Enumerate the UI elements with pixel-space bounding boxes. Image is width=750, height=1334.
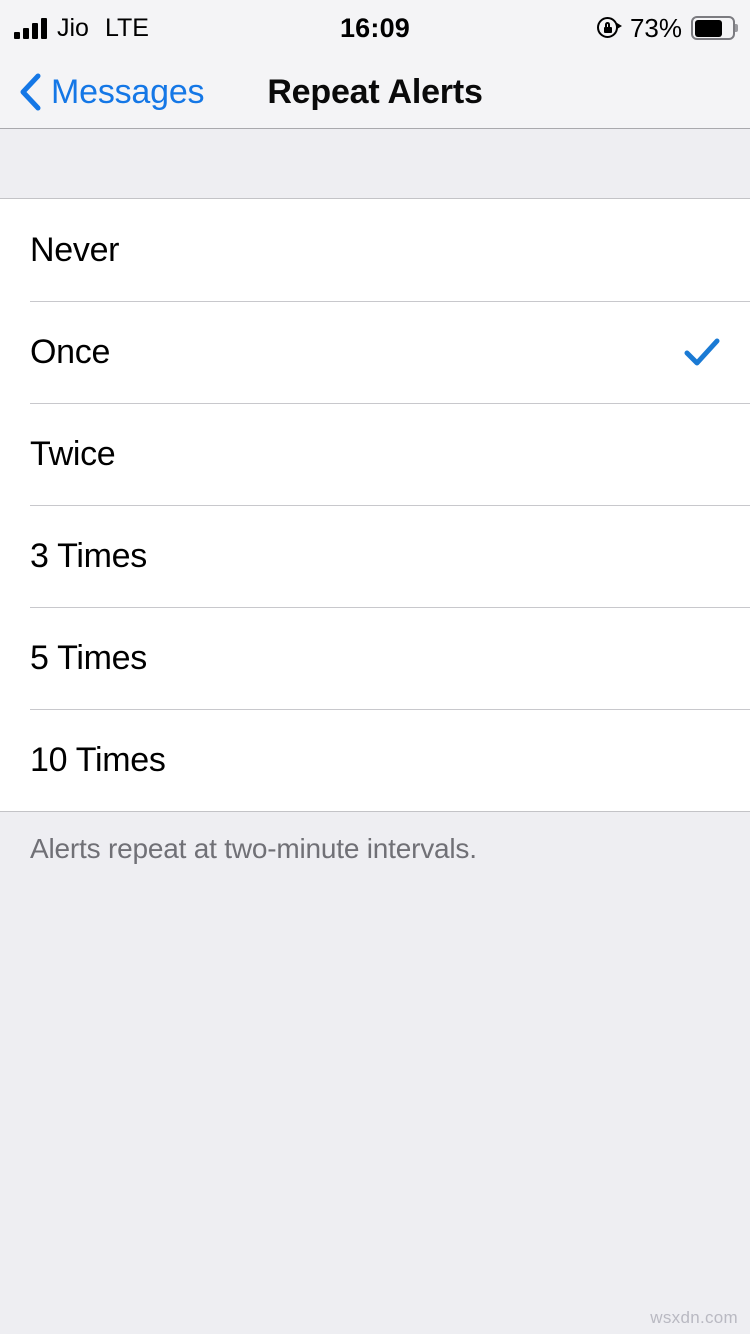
option-row-label: 3 Times (30, 537, 147, 575)
option-row-label: 5 Times (30, 639, 147, 677)
option-row[interactable]: Twice (0, 403, 750, 505)
back-button[interactable]: Messages (18, 56, 205, 128)
status-bar: Jio LTE 16:09 73% (0, 0, 750, 56)
option-row[interactable]: 3 Times (0, 505, 750, 607)
option-row[interactable]: 5 Times (0, 607, 750, 709)
back-button-label: Messages (51, 72, 205, 111)
section-spacer (0, 130, 750, 199)
option-row[interactable]: 10 Times (0, 709, 750, 811)
option-row-label: 10 Times (30, 741, 166, 779)
chevron-left-icon (20, 73, 41, 111)
option-row-label: Twice (30, 435, 116, 473)
option-row-label: Never (30, 231, 120, 269)
repeat-alerts-option-list: Never Once Twice 3 Times 5 Times 10 Times (0, 199, 750, 812)
battery-percent-label: 73% (629, 12, 682, 43)
option-row-label: Once (30, 333, 111, 371)
footer-note: Alerts repeat at two-minute intervals. (30, 833, 477, 864)
status-bar-right: 73% (596, 0, 738, 56)
rotation-lock-icon (596, 16, 622, 41)
battery-icon (691, 16, 738, 40)
navigation-bar: Messages Repeat Alerts (0, 56, 750, 129)
option-row[interactable]: Once (0, 301, 750, 403)
watermark: wsxdn.com (650, 1308, 738, 1327)
phone-screen: Jio LTE 16:09 73% Messages Repeat Alerts… (0, 0, 750, 1334)
checkmark-icon (684, 338, 720, 366)
option-row[interactable]: Never (0, 199, 750, 301)
